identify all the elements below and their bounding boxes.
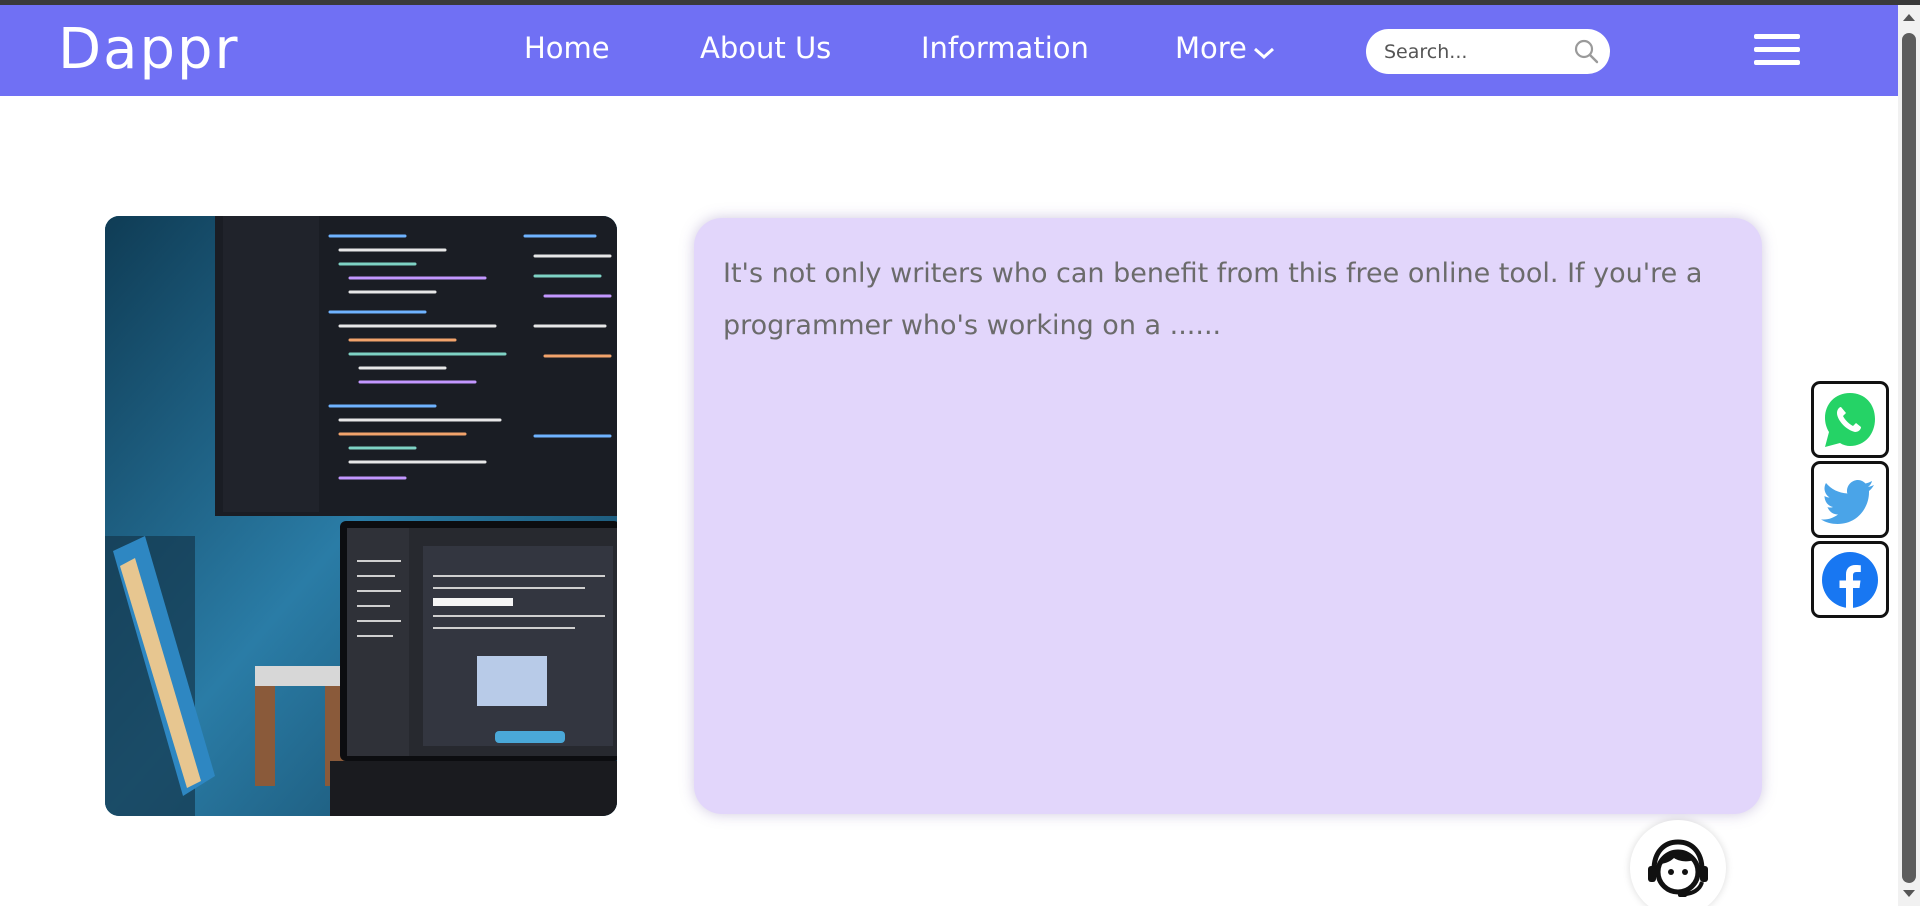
excerpt-text: It's not only writers who can benefit fr…	[723, 258, 1703, 341]
brand-logo[interactable]: Dappr	[58, 17, 240, 82]
scroll-up-arrow-icon[interactable]	[1898, 9, 1920, 27]
navbar: Dappr Home About Us Information More	[0, 5, 1898, 96]
nav-link-more-label: More	[1175, 31, 1247, 65]
search-box	[1366, 29, 1610, 74]
search-icon[interactable]	[1573, 38, 1600, 65]
scroll-thumb[interactable]	[1902, 33, 1916, 883]
facebook-icon	[1822, 552, 1878, 608]
share-twitter-button[interactable]	[1811, 461, 1889, 538]
nav-dropdown-more[interactable]: More	[1175, 31, 1275, 67]
search-input[interactable]	[1384, 38, 1574, 66]
whatsapp-icon	[1825, 393, 1875, 447]
hamburger-menu-icon[interactable]	[1754, 31, 1800, 69]
nav-link-home[interactable]: Home	[524, 31, 610, 65]
share-whatsapp-button[interactable]	[1811, 381, 1889, 458]
share-facebook-button[interactable]	[1811, 541, 1889, 618]
support-agent-icon	[1648, 839, 1708, 897]
excerpt-card[interactable]: It's not only writers who can benefit fr…	[694, 218, 1762, 814]
article-image	[105, 216, 617, 816]
page-scrollbar[interactable]	[1898, 5, 1920, 906]
twitter-icon	[1821, 480, 1874, 524]
nav-link-information[interactable]: Information	[921, 31, 1089, 65]
nav-link-about-us[interactable]: About Us	[700, 31, 831, 65]
chevron-down-icon	[1253, 33, 1275, 67]
scroll-down-arrow-icon[interactable]	[1898, 884, 1920, 902]
support-chat-button[interactable]	[1630, 820, 1726, 906]
